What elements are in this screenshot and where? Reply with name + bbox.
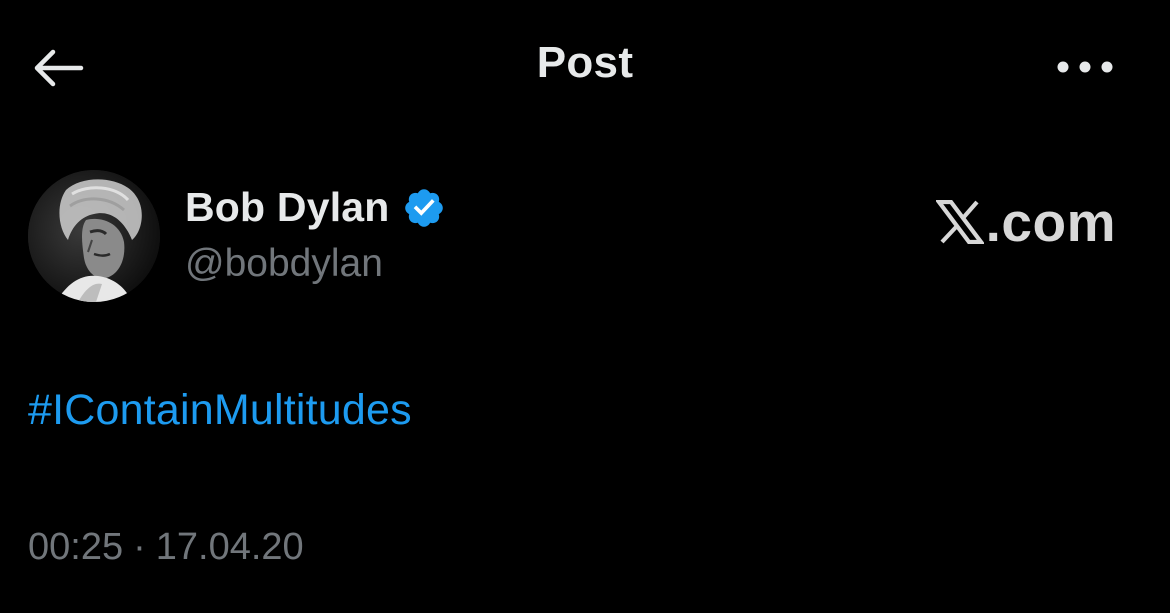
- verified-badge-icon: [404, 188, 443, 227]
- meta-separator: ·: [133, 526, 146, 568]
- author-name[interactable]: Bob Dylan: [185, 184, 390, 231]
- post-date: 17.04.20: [155, 526, 304, 568]
- more-horizontal-icon: [1057, 61, 1113, 73]
- source-domain: .com: [985, 191, 1116, 253]
- avatar[interactable]: [28, 170, 160, 302]
- author-row: Bob Dylan @bobdylan .com: [28, 170, 1138, 302]
- post-time: 00:25: [28, 526, 124, 568]
- author-name-row: Bob Dylan: [185, 184, 446, 231]
- post-hashtag-link[interactable]: #IContainMultitudes: [28, 386, 412, 435]
- page-title: Post: [536, 38, 634, 87]
- source-watermark: .com: [935, 190, 1116, 254]
- top-bar: Post: [0, 0, 1170, 134]
- post-metadata: 00:25 · 17.04.20: [28, 526, 304, 569]
- x-logo-icon: [935, 200, 984, 244]
- more-options-button[interactable]: [1050, 44, 1120, 90]
- author-handle[interactable]: @bobdylan: [185, 242, 383, 286]
- profile-photo: [28, 170, 160, 302]
